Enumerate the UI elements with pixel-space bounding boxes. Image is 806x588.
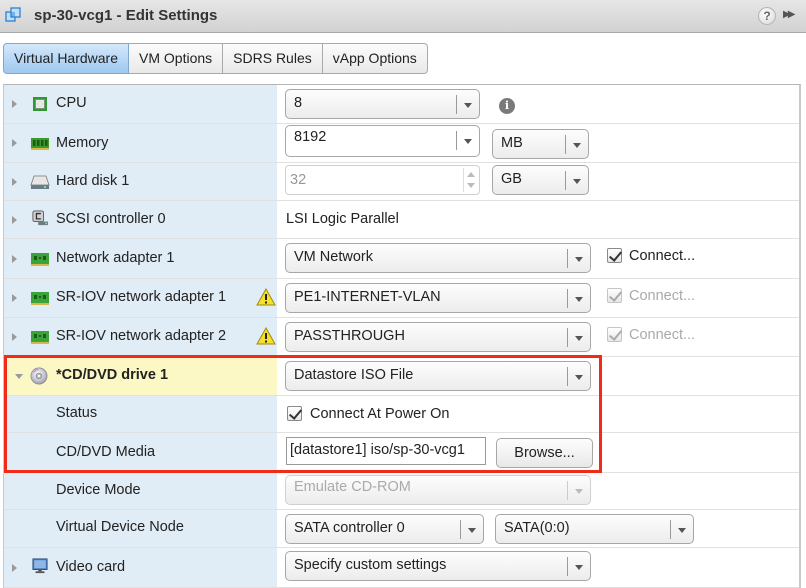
hardware-row-network-adapter-1: Network adapter 1 VM Network Connect... bbox=[4, 239, 799, 279]
sata-controller-select[interactable]: SATA controller 0 bbox=[285, 514, 484, 544]
network-adapter-icon bbox=[31, 253, 49, 266]
chevron-down-icon bbox=[575, 489, 583, 494]
status-label: Status bbox=[56, 405, 98, 421]
tab-vm-options[interactable]: VM Options bbox=[129, 43, 224, 74]
tab-virtual-hardware[interactable]: Virtual Hardware bbox=[3, 43, 130, 74]
cd-dvd-media-input[interactable]: [datastore1] iso/sp-30-vcg1 bbox=[286, 437, 486, 465]
browse-button[interactable]: Browse... bbox=[496, 438, 593, 468]
hardware-row-hard-disk: Hard disk 1 32 GB bbox=[4, 163, 799, 201]
sriov-adapter-1-connect-checkbox[interactable] bbox=[607, 288, 622, 303]
expand-caret-icon[interactable] bbox=[12, 139, 17, 147]
chevron-down-icon bbox=[575, 257, 583, 262]
memory-unit-select[interactable]: MB bbox=[492, 129, 589, 159]
cpu-icon bbox=[33, 97, 47, 111]
sriov-adapter-1-select[interactable]: PE1-INTERNET-VLAN bbox=[285, 283, 591, 313]
expand-caret-icon[interactable] bbox=[12, 294, 17, 302]
hardware-row-scsi-controller: SCSI controller 0 LSI Logic Parallel bbox=[4, 201, 799, 239]
device-mode-label: Device Mode bbox=[56, 482, 141, 498]
hard-disk-size-input[interactable]: 32 bbox=[285, 165, 480, 195]
chevron-down-icon bbox=[575, 565, 583, 570]
chevron-down-icon bbox=[573, 179, 581, 184]
video-card-icon bbox=[32, 558, 48, 574]
hard-disk-icon bbox=[30, 175, 50, 189]
sriov-adapter-1-label: SR-IOV network adapter 1 bbox=[56, 289, 227, 305]
memory-icon bbox=[31, 138, 49, 150]
collapse-caret-icon[interactable] bbox=[15, 374, 23, 379]
network-adapter-1-label: Network adapter 1 bbox=[56, 250, 175, 266]
hard-disk-label: Hard disk 1 bbox=[56, 173, 130, 189]
network-adapter-1-connect-label: Connect... bbox=[629, 248, 696, 264]
scsi-controller-icon bbox=[32, 210, 48, 226]
scsi-controller-label: SCSI controller 0 bbox=[56, 211, 166, 227]
chevron-down-icon bbox=[575, 375, 583, 380]
hardware-row-memory: Memory 8192 MB bbox=[4, 124, 799, 163]
hard-disk-unit-select[interactable]: GB bbox=[492, 165, 589, 195]
vm-icon bbox=[5, 7, 21, 22]
video-card-label: Video card bbox=[56, 559, 126, 575]
cpu-count-select[interactable]: 8 bbox=[285, 89, 480, 119]
tab-bar: Virtual Hardware VM Options SDRS Rules v… bbox=[3, 43, 428, 74]
device-mode-select[interactable]: Emulate CD-ROM bbox=[285, 475, 591, 505]
network-adapter-1-connect-checkbox[interactable] bbox=[607, 248, 622, 263]
cd-dvd-drive-label: *CD/DVD drive 1 bbox=[56, 367, 169, 383]
cd-dvd-media-label: CD/DVD Media bbox=[56, 444, 156, 460]
chevron-down-icon bbox=[678, 528, 686, 533]
memory-label: Memory bbox=[56, 135, 109, 151]
window-title: sp-30-vcg1 - Edit Settings bbox=[34, 7, 218, 24]
expand-icon[interactable]: ▶▶ bbox=[783, 9, 796, 20]
cpu-label: CPU bbox=[56, 95, 87, 111]
warning-icon bbox=[256, 288, 276, 306]
info-icon[interactable]: i bbox=[499, 98, 515, 114]
hardware-row-virtual-device-node: Virtual Device Node SATA controller 0 SA… bbox=[4, 510, 799, 548]
cd-dvd-icon bbox=[30, 367, 48, 385]
sriov-adapter-2-label: SR-IOV network adapter 2 bbox=[56, 328, 227, 344]
tab-vapp-options[interactable]: vApp Options bbox=[322, 43, 428, 74]
help-icon[interactable]: ? bbox=[758, 7, 776, 25]
expand-caret-icon[interactable] bbox=[12, 333, 17, 341]
sriov-adapter-2-connect-label: Connect... bbox=[629, 327, 696, 343]
expand-caret-icon[interactable] bbox=[12, 178, 17, 186]
hardware-row-cd-dvd-drive: *CD/DVD drive 1 Datastore ISO File bbox=[4, 357, 799, 396]
expand-caret-icon[interactable] bbox=[12, 216, 17, 224]
hardware-row-sriov-adapter-1: SR-IOV network adapter 1 PE1-INTERNET-VL… bbox=[4, 279, 799, 318]
network-adapter-icon bbox=[31, 292, 49, 305]
network-adapter-1-select[interactable]: VM Network bbox=[285, 243, 591, 273]
connect-at-power-on-checkbox[interactable] bbox=[287, 406, 302, 421]
hardware-row-sriov-adapter-2: SR-IOV network adapter 2 PASSTHROUGH Con… bbox=[4, 318, 799, 357]
chevron-down-icon bbox=[575, 297, 583, 302]
chevron-down-icon bbox=[573, 143, 581, 148]
hardware-grid: CPU 8 i Memory 8192 MB Hard disk 1 32 GB… bbox=[3, 84, 801, 588]
network-adapter-icon bbox=[31, 331, 49, 344]
sriov-adapter-2-select[interactable]: PASSTHROUGH bbox=[285, 322, 591, 352]
title-bar: sp-30-vcg1 - Edit Settings ? ▶▶ bbox=[0, 0, 806, 33]
expand-caret-icon[interactable] bbox=[12, 564, 17, 572]
spinner-up-icon[interactable] bbox=[467, 172, 475, 177]
chevron-down-icon bbox=[464, 103, 472, 108]
hardware-row-device-mode: Device Mode Emulate CD-ROM bbox=[4, 473, 799, 510]
virtual-device-node-label: Virtual Device Node bbox=[56, 519, 184, 535]
spinner-buttons[interactable] bbox=[463, 168, 477, 192]
hardware-row-video-card: Video card Specify custom settings bbox=[4, 548, 799, 588]
tab-sdrs-rules[interactable]: SDRS Rules bbox=[223, 43, 323, 74]
scsi-controller-type: LSI Logic Parallel bbox=[286, 211, 399, 227]
hardware-row-cd-dvd-status: Status Connect At Power On bbox=[4, 396, 799, 433]
chevron-down-icon bbox=[575, 336, 583, 341]
sata-node-select[interactable]: SATA(0:0) bbox=[495, 514, 694, 544]
chevron-down-icon bbox=[464, 139, 472, 144]
expand-caret-icon[interactable] bbox=[12, 255, 17, 263]
hardware-row-cpu: CPU 8 i bbox=[4, 85, 799, 124]
sriov-adapter-1-connect-label: Connect... bbox=[629, 288, 696, 304]
memory-size-input[interactable]: 8192 bbox=[285, 125, 480, 157]
connect-at-power-on-label: Connect At Power On bbox=[310, 406, 450, 422]
chevron-down-icon bbox=[468, 528, 476, 533]
hardware-row-cd-dvd-media: CD/DVD Media [datastore1] iso/sp-30-vcg1… bbox=[4, 433, 799, 473]
warning-icon bbox=[256, 327, 276, 345]
spinner-down-icon[interactable] bbox=[467, 183, 475, 188]
expand-caret-icon[interactable] bbox=[12, 100, 17, 108]
video-card-select[interactable]: Specify custom settings bbox=[285, 551, 591, 581]
sriov-adapter-2-connect-checkbox[interactable] bbox=[607, 327, 622, 342]
cd-dvd-type-select[interactable]: Datastore ISO File bbox=[285, 361, 591, 391]
